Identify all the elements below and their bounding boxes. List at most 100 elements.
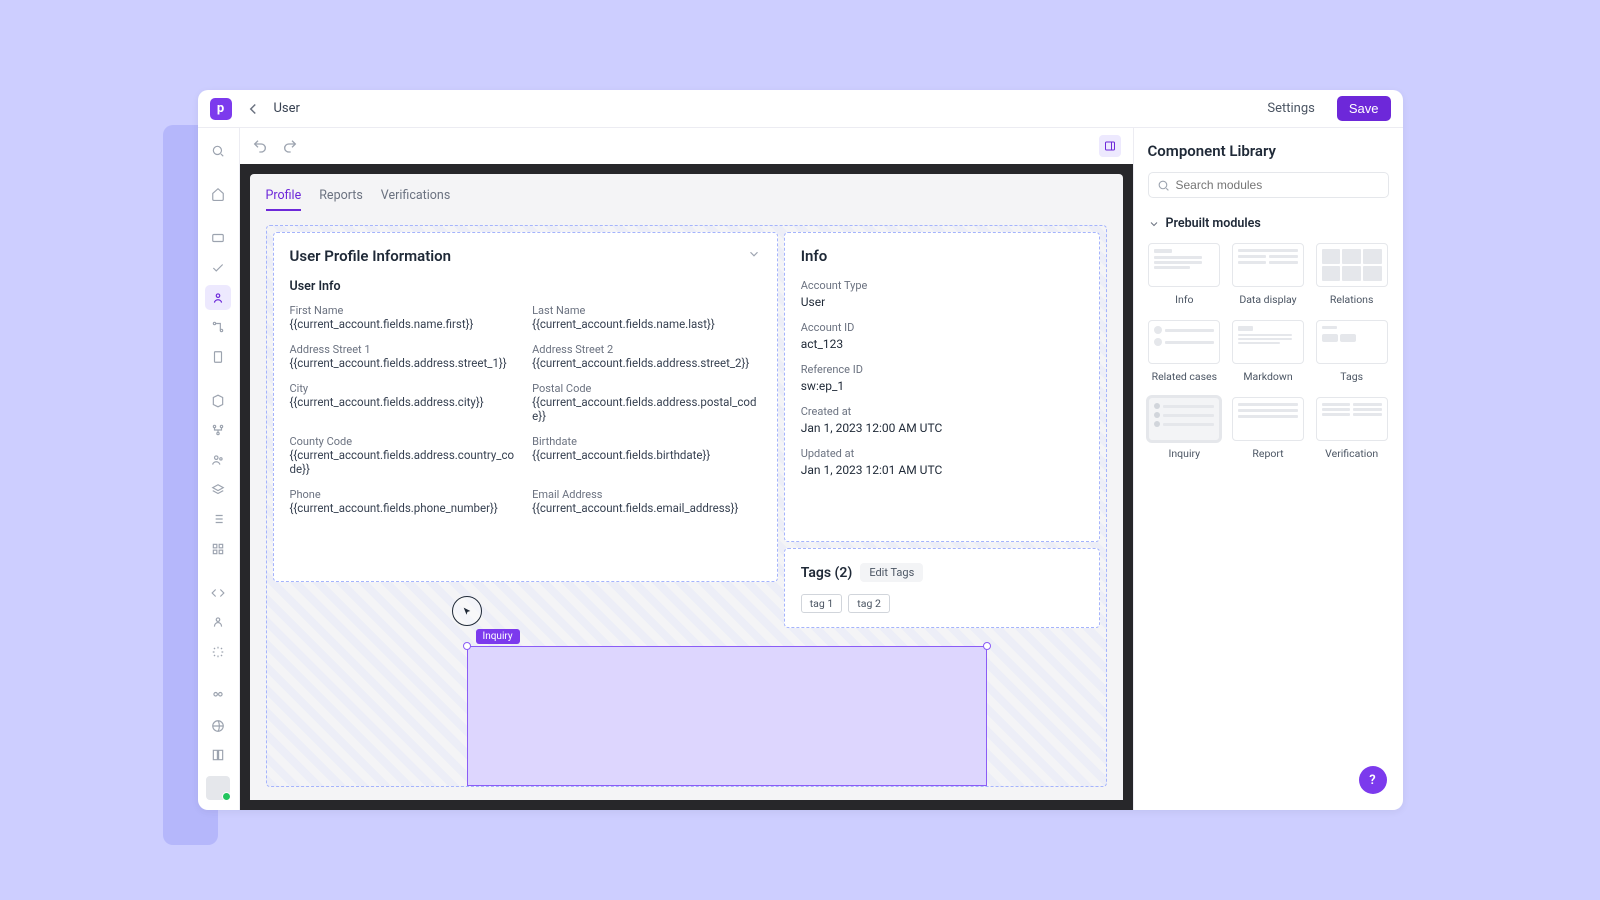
- module-label: Inquiry: [1169, 447, 1201, 460]
- canvas-toolbar: [240, 128, 1133, 164]
- module-relations[interactable]: Relations: [1315, 243, 1389, 306]
- field-label: First Name: [290, 304, 519, 317]
- component-library: Component Library Prebuilt modules Info: [1133, 128, 1403, 810]
- side-rail: [198, 128, 240, 810]
- check-icon[interactable]: [205, 255, 231, 281]
- info-card[interactable]: Info Account TypeUser Account IDact_123 …: [784, 232, 1100, 542]
- info-value: act_123: [801, 337, 1083, 351]
- tags-card[interactable]: Tags (2) Edit Tags tag 1 tag 2: [784, 548, 1100, 628]
- prebuilt-label: Prebuilt modules: [1166, 216, 1261, 231]
- info-value: User: [801, 295, 1083, 309]
- users-icon[interactable]: [205, 447, 231, 473]
- tag-pill[interactable]: tag 1: [801, 594, 843, 613]
- field-value: {{current_account.fields.name.first}}: [290, 317, 519, 331]
- resize-handle-right[interactable]: [983, 642, 991, 650]
- module-label: Verification: [1325, 447, 1378, 460]
- field-value: {{current_account.fields.email_address}}: [532, 501, 761, 515]
- module-label: Report: [1252, 447, 1283, 460]
- people-icon[interactable]: [205, 683, 231, 709]
- tab-profile[interactable]: Profile: [266, 188, 302, 211]
- layout-container[interactable]: User Profile Information User Info First…: [266, 225, 1107, 787]
- cursor-indicator: [452, 596, 482, 626]
- team-icon[interactable]: [205, 610, 231, 636]
- field-value: {{current_account.fields.phone_number}}: [290, 501, 519, 515]
- layers-icon[interactable]: [205, 477, 231, 503]
- search-icon[interactable]: [205, 138, 231, 164]
- grid-icon[interactable]: [205, 536, 231, 562]
- field-value: {{current_account.fields.name.last}}: [532, 317, 761, 331]
- app-logo[interactable]: p: [210, 98, 232, 120]
- app-window: p User Settings Save: [198, 90, 1403, 810]
- module-label: Relations: [1330, 293, 1374, 306]
- field-value: {{current_account.fields.birthdate}}: [532, 448, 761, 462]
- module-related-cases[interactable]: Related cases: [1148, 320, 1222, 383]
- user-icon[interactable]: [205, 285, 231, 311]
- edit-tags-button[interactable]: Edit Tags: [860, 563, 923, 582]
- module-verification[interactable]: Verification: [1315, 397, 1389, 460]
- help-button[interactable]: ?: [1359, 766, 1387, 794]
- module-label: Info: [1175, 293, 1193, 306]
- branch-icon[interactable]: [205, 417, 231, 443]
- tab-reports[interactable]: Reports: [319, 188, 363, 211]
- field-label: Phone: [290, 488, 519, 501]
- module-label: Related cases: [1152, 370, 1217, 383]
- resize-handle-left[interactable]: [463, 642, 471, 650]
- info-value: Jan 1, 2023 12:01 AM UTC: [801, 463, 1083, 477]
- save-button[interactable]: Save: [1337, 96, 1391, 121]
- titlebar: p User Settings Save: [198, 90, 1403, 128]
- field-label: Last Name: [532, 304, 761, 317]
- info-label: Reference ID: [801, 363, 1083, 376]
- redo-icon[interactable]: [282, 138, 298, 154]
- undo-icon[interactable]: [252, 138, 268, 154]
- info-value: Jan 1, 2023 12:00 AM UTC: [801, 421, 1083, 435]
- prebuilt-section[interactable]: Prebuilt modules: [1148, 216, 1389, 231]
- drop-label: Inquiry: [476, 629, 520, 644]
- field-label: Address Street 2: [532, 343, 761, 356]
- list-icon[interactable]: [205, 507, 231, 533]
- info-label: Account Type: [801, 279, 1083, 292]
- flow-icon[interactable]: [205, 314, 231, 340]
- search-box[interactable]: [1148, 172, 1389, 198]
- info-label: Updated at: [801, 447, 1083, 460]
- doc-icon[interactable]: [205, 344, 231, 370]
- avatar[interactable]: [206, 776, 230, 800]
- module-report[interactable]: Report: [1231, 397, 1305, 460]
- cube-icon[interactable]: [205, 388, 231, 414]
- settings-link[interactable]: Settings: [1267, 101, 1314, 116]
- module-info[interactable]: Info: [1148, 243, 1222, 306]
- field-label: Address Street 1: [290, 343, 519, 356]
- drop-placeholder[interactable]: Inquiry: [467, 646, 987, 786]
- info-value: sw:ep_1: [801, 379, 1083, 393]
- module-inquiry[interactable]: Inquiry: [1148, 397, 1222, 460]
- home-icon[interactable]: [205, 182, 231, 208]
- chevron-down-icon[interactable]: [747, 247, 761, 265]
- code-icon[interactable]: [205, 580, 231, 606]
- tag-pill[interactable]: tag 2: [848, 594, 890, 613]
- panel-toggle-icon[interactable]: [1099, 135, 1121, 157]
- profile-card[interactable]: User Profile Information User Info First…: [273, 232, 778, 582]
- tags-title: Tags (2): [801, 565, 853, 581]
- settings-icon[interactable]: [205, 639, 231, 665]
- tab-verifications[interactable]: Verifications: [381, 188, 450, 211]
- field-value: {{current_account.fields.address.postal_…: [532, 395, 761, 423]
- search-icon: [1157, 179, 1170, 192]
- module-data-display[interactable]: Data display: [1231, 243, 1305, 306]
- card-icon[interactable]: [205, 225, 231, 251]
- field-label: County Code: [290, 435, 519, 448]
- page-preview: Profile Reports Verifications User Profi…: [250, 174, 1123, 800]
- module-label: Markdown: [1243, 370, 1292, 383]
- user-info-section: User Info: [290, 279, 761, 294]
- module-label: Tags: [1340, 370, 1363, 383]
- back-icon[interactable]: [244, 100, 262, 118]
- module-tags[interactable]: Tags: [1315, 320, 1389, 383]
- module-label: Data display: [1239, 293, 1296, 306]
- info-label: Account ID: [801, 321, 1083, 334]
- book-icon[interactable]: [205, 742, 231, 768]
- module-markdown[interactable]: Markdown: [1231, 320, 1305, 383]
- field-value: {{current_account.fields.address.street_…: [532, 356, 761, 370]
- field-value: {{current_account.fields.address.street_…: [290, 356, 519, 370]
- globe-icon[interactable]: [205, 713, 231, 739]
- field-label: City: [290, 382, 519, 395]
- search-input[interactable]: [1176, 178, 1380, 192]
- canvas[interactable]: Profile Reports Verifications User Profi…: [240, 164, 1133, 810]
